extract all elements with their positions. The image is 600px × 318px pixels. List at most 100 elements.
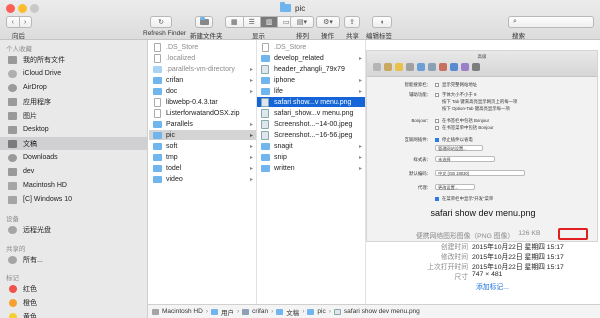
folder-icon [153,65,162,73]
view-mode-segmented[interactable]: ▦ ☰ ▥ ▭ [225,16,295,28]
list-item[interactable]: snagit ▸ [257,141,365,151]
thumb-label: 样式表： [413,157,431,162]
list-item-selected[interactable]: pic ▸ [149,130,256,140]
path-segment[interactable]: pic [307,308,326,315]
list-item[interactable]: ListerforwatandOSX.zip [149,108,256,118]
sidebar-item-windows10[interactable]: [C] Windows 10 [0,193,147,206]
sidebar-item-airdrop[interactable]: AirDrop [0,81,147,94]
item-name: safari show...v menu.png [274,98,352,106]
orange-tag-icon [9,298,17,307]
list-item[interactable]: video ▸ [149,174,256,184]
sidebar-item-tag-yellow[interactable]: 黄色 [0,310,147,318]
close-window-button[interactable] [6,4,15,13]
action-button[interactable]: ⚙▾ [316,16,340,28]
sidebar-item-dev[interactable]: dev [0,165,147,178]
refresh-finder-button[interactable]: ↻ [150,16,172,28]
list-item[interactable]: snip ▸ [257,152,365,162]
window-title: pic [280,2,305,14]
file-icon [154,97,161,107]
sidebar-item-macintosh-hd[interactable]: Macintosh HD [0,179,147,192]
list-item[interactable]: soft ▸ [149,141,256,151]
sidebar-item-label: 所有... [23,256,43,264]
sidebar-item-tag-orange[interactable]: 橙色 [0,296,147,309]
applications-icon [8,97,17,106]
red-tag-icon [9,284,17,293]
add-tags-link[interactable]: 添加标记... [476,281,509,291]
list-item-selected[interactable]: safari show...v menu.png [257,97,365,107]
list-item[interactable]: libwebp-0.4.3.tar [149,97,256,107]
chevron-right-icon: › [237,308,240,315]
folder-icon [153,120,162,128]
list-item[interactable]: .parallels-vm-directory ▸ [149,64,256,74]
column-pic[interactable]: .DS_Store develop_related ▸ header_zhangl… [257,40,366,304]
list-item[interactable]: life ▸ [257,86,365,96]
sidebar-item-pictures[interactable]: 图片 [0,109,147,122]
list-item[interactable]: .localized [149,53,256,63]
path-segment-label: crifan [252,308,269,315]
list-item[interactable]: written ▸ [257,163,365,173]
thumb-value: 按下 Option-Tab 键高亮显示每一项 [442,106,510,111]
minimize-window-button[interactable] [18,4,27,13]
list-item[interactable]: tmp ▸ [149,152,256,162]
sidebar-item-label: [C] Windows 10 [23,196,73,203]
item-name: Screenshot...~14-00.jpeg [274,120,353,128]
sidebar-item-downloads[interactable]: Downloads [0,151,147,164]
sidebar-item-applications[interactable]: 应用程序 [0,95,147,108]
list-item[interactable]: safari_show...v menu.png [257,108,365,118]
sidebar-item-desktop[interactable]: Desktop [0,123,147,136]
thumb-toolbar: 高级 [367,51,597,77]
refresh-icon: ↻ [158,19,164,26]
list-item[interactable]: todel ▸ [149,163,256,173]
item-name: written [274,164,295,172]
edit-tags-button[interactable]: ◖ [372,16,392,28]
share-button[interactable]: ⇪ [344,16,360,28]
new-folder-button[interactable] [195,16,213,28]
icon-view-icon[interactable]: ▦ [226,17,243,27]
list-item[interactable]: header_zhangli_79x79 [257,64,365,74]
back-icon[interactable]: ‹ [7,17,19,27]
thumb-label: 代理： [417,185,431,190]
list-item[interactable]: iphone ▸ [257,75,365,85]
info-modified-value: 2015年10月22日 星期四 15:17 [472,254,564,261]
column-view-icon[interactable]: ▥ [260,17,278,27]
image-file-icon [261,64,269,74]
item-name: libwebp-0.4.3.tar [166,98,218,106]
path-segment[interactable]: 文稿 [276,307,299,317]
list-item[interactable]: develop_related ▸ [257,53,365,63]
list-item[interactable]: crifan ▸ [149,75,256,85]
path-segment[interactable]: crifan [242,308,268,315]
folder-icon [153,142,162,150]
chevron-right-icon: ▸ [249,121,253,128]
sidebar-item-all-files[interactable]: 我的所有文件 [0,53,147,66]
back-forward-buttons[interactable]: ‹ › [6,16,32,28]
list-view-icon[interactable]: ☰ [243,17,260,27]
chevron-right-icon: ▸ [249,88,253,95]
sidebar-section-favorites: 个人收藏 [6,46,32,53]
arrange-button[interactable]: ▤▾ [290,16,314,28]
list-item[interactable]: .DS_Store [149,42,256,52]
sidebar-item-remote-disc[interactable]: 远程光盘 [0,223,147,236]
forward-icon[interactable]: › [19,17,31,27]
sidebar-item-icloud[interactable]: iCloud Drive [0,67,147,80]
column-documents[interactable]: .DS_Store .localized .parallels-vm-direc… [149,40,257,304]
downloads-icon [8,153,17,162]
chevron-right-icon: ▸ [249,77,253,84]
list-item[interactable]: Parallels ▸ [149,119,256,129]
back-label: 向后 [12,33,25,40]
search-field[interactable]: ⌕ [508,16,594,28]
list-item[interactable]: .DS_Store [257,42,365,52]
path-segment[interactable]: safari show dev menu.png [333,308,420,315]
item-name: .localized [166,54,196,62]
sidebar: 个人收藏 我的所有文件 iCloud Drive AirDrop 应用程序 图片… [0,40,148,318]
sidebar-item-tag-red[interactable]: 红色 [0,282,147,295]
sidebar-item-documents[interactable]: 文稿 [0,137,147,150]
item-name: tmp [166,153,178,161]
window-title-text: pic [295,3,306,13]
path-segment[interactable]: 用户 [211,307,234,317]
sidebar-item-shared-all[interactable]: 所有... [0,253,147,266]
path-segment[interactable]: Macintosh HD [152,308,203,315]
list-item[interactable]: Screenshot...~16-56.jpeg [257,130,365,140]
list-item[interactable]: doc ▸ [149,86,256,96]
list-item[interactable]: Screenshot...~14-00.jpeg [257,119,365,129]
zoom-window-button[interactable] [30,4,39,13]
